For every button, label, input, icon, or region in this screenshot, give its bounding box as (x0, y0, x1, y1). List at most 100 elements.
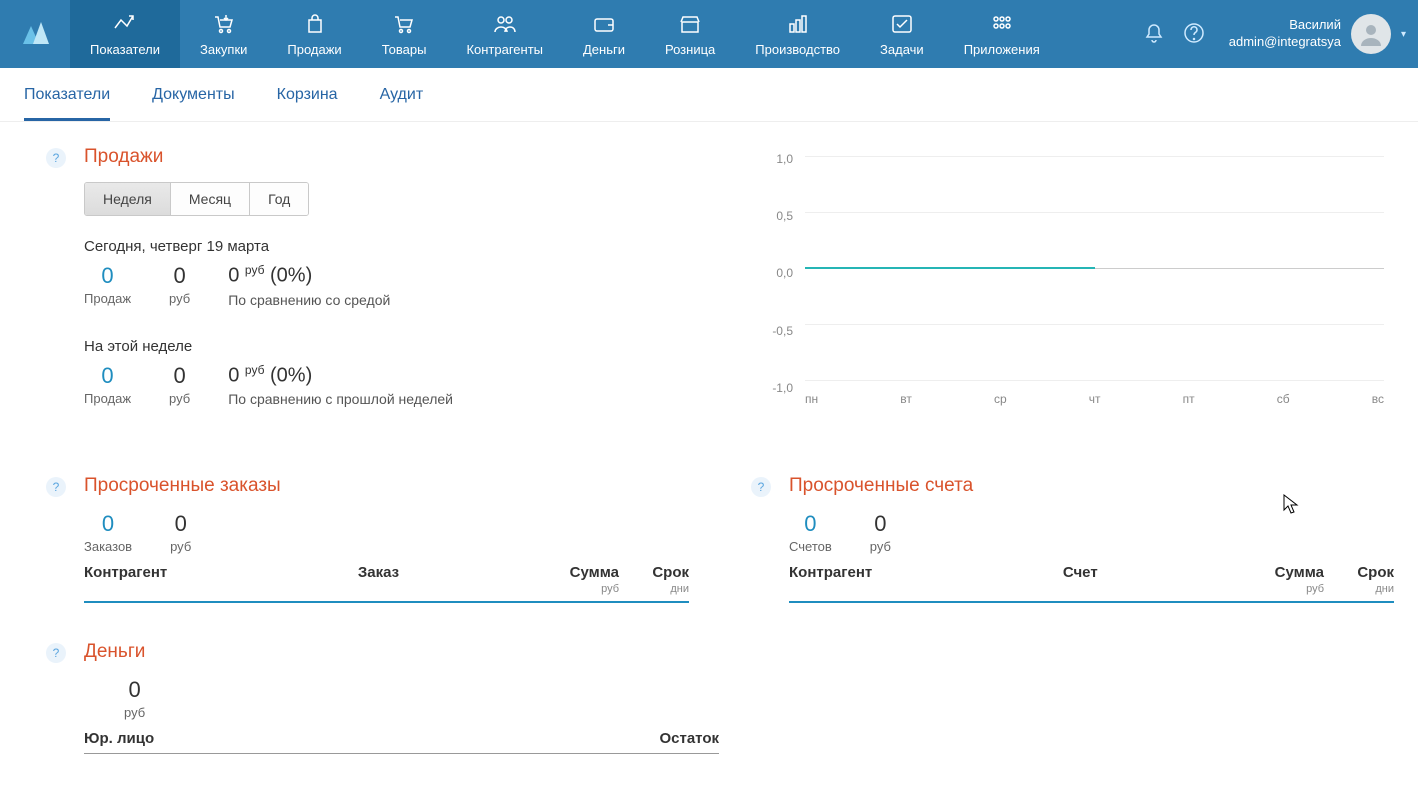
invoices-sum: 0 (870, 511, 891, 537)
sales-chart: 1,0 0,5 0,0 -0,5 -1,0 пн вт ср чт (759, 146, 1394, 406)
week-compare: По сравнению с прошлой неделей (228, 391, 453, 407)
invoices-count: 0 (789, 511, 832, 537)
nav-sales[interactable]: Продажи (267, 0, 361, 68)
sub-nav: Показатели Документы Корзина Аудит (0, 68, 1418, 122)
week-sales-sum: 0 (169, 363, 190, 389)
period-month-button[interactable]: Месяц (171, 183, 250, 215)
x-tick: вт (900, 392, 912, 406)
section-title-orders: Просроченные заказы (84, 475, 689, 497)
invoices-count-label: Счетов (789, 539, 832, 554)
week-diff-pct: (0%) (270, 364, 312, 386)
tab-indicators[interactable]: Показатели (24, 86, 110, 121)
today-block: Сегодня, четверг 19 марта 0 Продаж 0 руб (84, 238, 719, 308)
user-name: Василий (1229, 17, 1341, 34)
help-badge[interactable]: ? (46, 643, 66, 663)
sales-section: ? Продажи Неделя Месяц Год Сегодня, четв… (84, 146, 719, 407)
period-toggle: Неделя Месяц Год (84, 182, 309, 216)
col-legal-entity: Юр. лицо (84, 730, 599, 747)
today-diff-currency: руб (245, 263, 265, 277)
week-sales-count-label: Продаж (84, 391, 131, 406)
x-tick: пт (1183, 392, 1195, 406)
nav-tasks[interactable]: Задачи (860, 0, 944, 68)
nav-label: Показатели (90, 42, 160, 57)
x-tick: чт (1089, 392, 1101, 406)
nav-goods[interactable]: Товары (362, 0, 447, 68)
store-icon (678, 12, 702, 36)
wallet-icon (592, 12, 616, 36)
x-tick: пн (805, 392, 818, 406)
col-term: Срокдни (1324, 564, 1394, 595)
col-balance: Остаток (599, 730, 719, 747)
y-tick: 0,5 (759, 209, 793, 223)
money-section: ? Деньги 0 руб Юр. лицо Остаток (84, 641, 719, 754)
chart-series-line (805, 267, 1095, 269)
overdue-orders-section: ? Просроченные заказы 0 Заказов 0 руб Ко… (84, 475, 689, 603)
help-badge[interactable]: ? (46, 477, 66, 497)
nav-label: Приложения (964, 42, 1040, 57)
week-label: На этой неделе (84, 338, 719, 355)
tab-documents[interactable]: Документы (152, 86, 234, 121)
tab-trash[interactable]: Корзина (277, 86, 338, 121)
chart-line-icon (113, 12, 137, 36)
nav-counterparties[interactable]: Контрагенты (446, 0, 563, 68)
col-counterparty: Контрагент (84, 564, 358, 595)
today-sales-count-label: Продаж (84, 291, 131, 306)
nav-indicators[interactable]: Показатели (70, 0, 180, 68)
tab-audit[interactable]: Аудит (380, 86, 424, 121)
user-email: admin@integratsya (1229, 34, 1341, 51)
section-title-invoices: Просроченные счета (789, 475, 1394, 497)
today-sales-sum-label: руб (169, 291, 190, 306)
col-invoice: Счет (1063, 564, 1234, 595)
money-sum: 0 (124, 677, 145, 703)
nav-label: Розница (665, 42, 715, 57)
section-title-money: Деньги (84, 641, 719, 663)
period-year-button[interactable]: Год (250, 183, 308, 215)
week-sales-count: 0 (84, 363, 131, 389)
overdue-invoices-section: ? Просроченные счета 0 Счетов 0 руб Конт… (789, 475, 1394, 603)
check-icon (890, 12, 914, 36)
help-badge[interactable]: ? (46, 148, 66, 168)
orders-sum: 0 (170, 511, 191, 537)
today-sales-sum: 0 (169, 263, 190, 289)
col-sum: Суммаруб (529, 564, 619, 595)
today-label: Сегодня, четверг 19 марта (84, 238, 719, 255)
nav-production[interactable]: Производство (735, 0, 860, 68)
week-sales-sum-label: руб (169, 391, 190, 406)
help-icon[interactable] (1183, 22, 1205, 47)
x-tick: сб (1277, 392, 1290, 406)
money-sum-label: руб (124, 705, 145, 720)
nav-apps[interactable]: Приложения (944, 0, 1060, 68)
x-tick: вс (1372, 392, 1384, 406)
bars-icon (786, 12, 810, 36)
top-nav: Показатели Закупки Продажи Товары Контра… (0, 0, 1418, 68)
today-compare: По сравнению со средой (228, 292, 390, 308)
cart-down-icon (212, 12, 236, 36)
today-diff-amount: 0 (228, 265, 239, 287)
nav-label: Производство (755, 42, 840, 57)
user-menu[interactable]: Василий admin@integratsya ▾ (1217, 0, 1418, 68)
week-diff-amount: 0 (228, 364, 239, 386)
app-logo[interactable] (0, 0, 70, 68)
invoices-table-header: Контрагент Счет Суммаруб Срокдни (789, 564, 1394, 603)
nav-purchases[interactable]: Закупки (180, 0, 267, 68)
period-week-button[interactable]: Неделя (85, 183, 171, 215)
nav-money[interactable]: Деньги (563, 0, 645, 68)
nav-label: Продажи (287, 42, 341, 57)
nav-retail[interactable]: Розница (645, 0, 735, 68)
y-tick: 1,0 (759, 152, 793, 166)
orders-count: 0 (84, 511, 132, 537)
today-sales-count: 0 (84, 263, 131, 289)
cart-icon (392, 12, 416, 36)
nav-label: Контрагенты (466, 42, 543, 57)
col-counterparty: Контрагент (789, 564, 1063, 595)
col-sum: Суммаруб (1234, 564, 1324, 595)
y-tick: -0,5 (759, 324, 793, 338)
help-badge[interactable]: ? (751, 477, 771, 497)
week-block: На этой неделе 0 Продаж 0 руб 0 (84, 338, 719, 408)
y-tick: 0,0 (759, 266, 793, 280)
invoices-sum-label: руб (870, 539, 891, 554)
today-diff-pct: (0%) (270, 265, 312, 287)
bell-icon[interactable] (1143, 22, 1165, 47)
week-diff-currency: руб (245, 363, 265, 377)
nav-label: Товары (382, 42, 427, 57)
